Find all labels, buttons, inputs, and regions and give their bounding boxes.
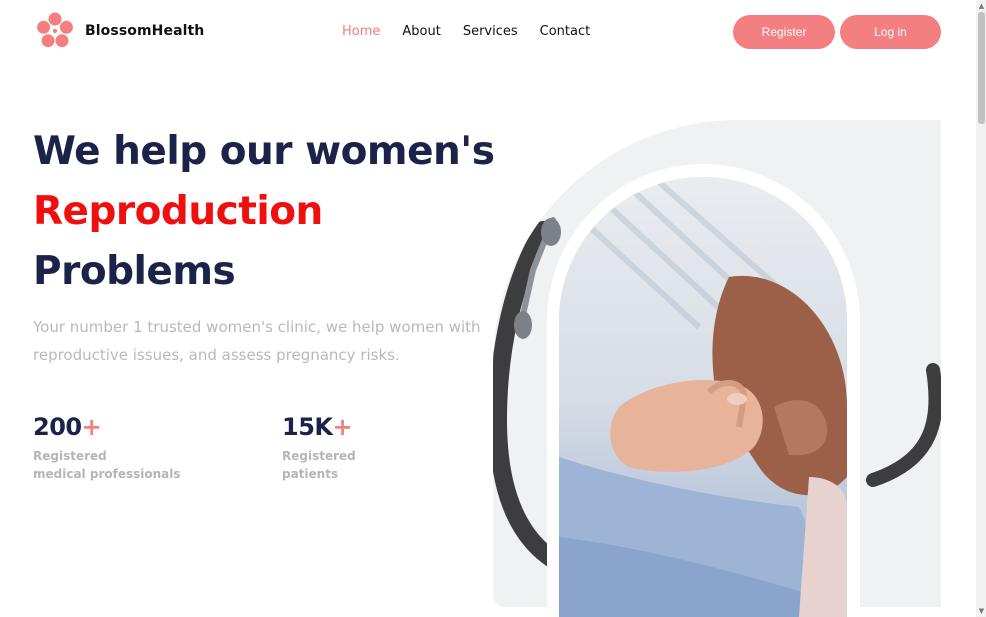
nav-services[interactable]: Services (463, 24, 518, 39)
hero-title-line-1: We help our women's (33, 129, 495, 174)
hero-title-line-3: Problems (33, 249, 236, 294)
register-button[interactable]: Register (733, 15, 835, 49)
hero-subtitle: Your number 1 trusted women's clinic, we… (33, 318, 481, 364)
scroll-up-arrow-icon[interactable]: ▲ (977, 2, 986, 10)
stat-label-line-1: Registered (282, 449, 356, 463)
main-nav: Home About Services Contact (342, 24, 612, 39)
scroll-down-arrow-icon[interactable]: ▼ (977, 607, 986, 615)
stat-value: 15K (282, 413, 333, 441)
login-button[interactable]: Log in (840, 15, 941, 49)
stat-number: 200+ (33, 413, 181, 441)
brand-logo[interactable]: BlossomHealth (35, 11, 204, 51)
stat-professionals: 200+ Registered medical professionals (33, 413, 181, 483)
plus-icon: + (81, 413, 102, 441)
stat-number: 15K+ (282, 413, 356, 441)
scrollbar-thumb[interactable] (978, 12, 985, 124)
hero-photo (559, 177, 847, 617)
flower-icon (37, 12, 73, 48)
hero-title: We help our women's Reproduction Problem… (33, 122, 495, 302)
stat-value: 200 (33, 413, 82, 441)
stat-label: Registered patients (282, 447, 356, 483)
stat-label-line-1: Registered (33, 449, 107, 463)
stat-label-line-2: patients (282, 467, 339, 481)
nav-home[interactable]: Home (342, 24, 380, 39)
nav-contact[interactable]: Contact (540, 24, 591, 39)
stat-patients: 15K+ Registered patients (282, 413, 356, 483)
baby-hand-photo-icon (559, 177, 847, 617)
stat-label: Registered medical professionals (33, 447, 181, 483)
brand-name: BlossomHealth (85, 23, 205, 39)
stat-label-line-2: medical professionals (33, 467, 181, 481)
page: BlossomHealth Home About Services Contac… (0, 0, 976, 617)
plus-icon: + (332, 413, 353, 441)
hero-title-highlight: Reproduction (33, 189, 323, 234)
nav-about[interactable]: About (402, 24, 440, 39)
